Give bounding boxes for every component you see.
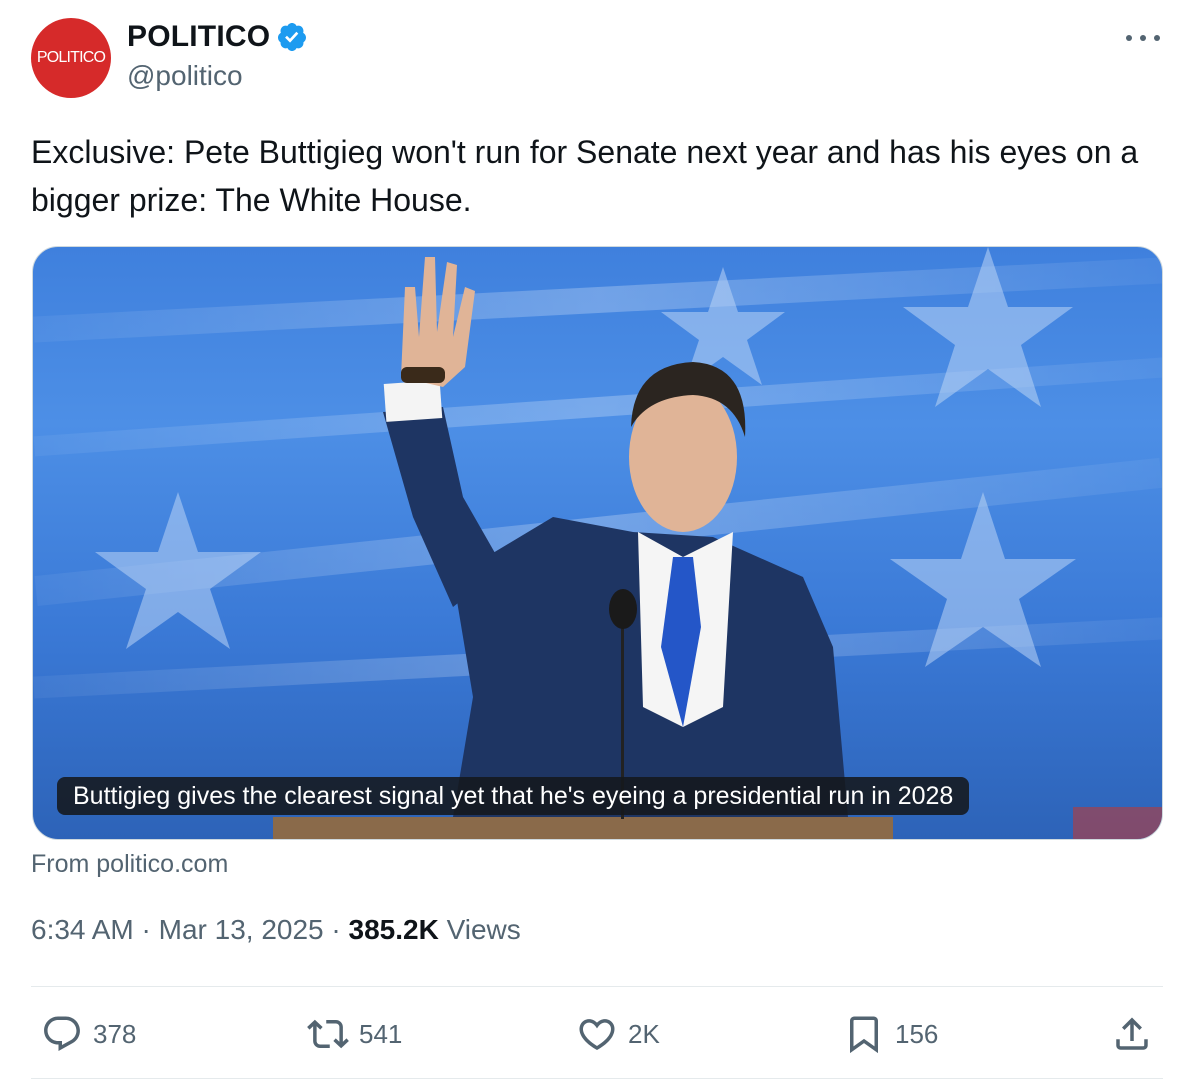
share-icon (1116, 1017, 1148, 1050)
divider (31, 986, 1163, 987)
share-button[interactable] (1111, 1008, 1153, 1060)
reply-count: 378 (93, 1018, 137, 1049)
reply-button[interactable]: 378 (41, 1008, 136, 1060)
handle[interactable]: @politico (127, 60, 243, 92)
tweet-text: Exclusive: Pete Buttigieg won't run for … (31, 134, 1139, 218)
like-button[interactable]: 2K (576, 1008, 660, 1060)
repost-count: 541 (359, 1018, 403, 1049)
like-count: 2K (628, 1018, 660, 1049)
repost-button[interactable]: 541 (307, 1008, 402, 1060)
tweet-time[interactable]: 6:34 AM (31, 914, 134, 945)
author-name-row: POLITICO (127, 20, 308, 54)
views-count: 385.2K (348, 914, 439, 945)
bookmark-icon (850, 1016, 878, 1054)
repost-icon (307, 1019, 349, 1049)
divider (31, 1078, 1163, 1079)
media-caption: Buttigieg gives the clearest signal yet … (57, 777, 970, 815)
heart-icon (579, 1019, 615, 1051)
meta-separator: · (331, 914, 349, 945)
bookmark-button[interactable]: 156 (843, 1008, 938, 1060)
more-options-icon[interactable] (1126, 26, 1160, 50)
views-label: Views (446, 914, 521, 945)
media-card[interactable]: Buttigieg gives the clearest signal yet … (32, 246, 1163, 840)
verified-badge-icon (278, 23, 307, 51)
display-name[interactable]: POLITICO (127, 20, 270, 54)
tweet-meta: 6:34 AM · Mar 13, 2025 · 385.2K Views (31, 914, 521, 946)
link-source[interactable]: From politico.com (31, 850, 228, 879)
bookmark-count: 156 (895, 1018, 939, 1049)
tweet-date[interactable]: Mar 13, 2025 (159, 914, 324, 945)
meta-separator: · (141, 914, 159, 945)
reply-icon (44, 1016, 80, 1051)
avatar-logo-text: POLITICO (36, 49, 106, 66)
action-bar: 378 541 2K 156 (31, 1008, 1163, 1060)
media-image (33, 247, 1162, 839)
avatar[interactable]: POLITICO (31, 18, 111, 98)
